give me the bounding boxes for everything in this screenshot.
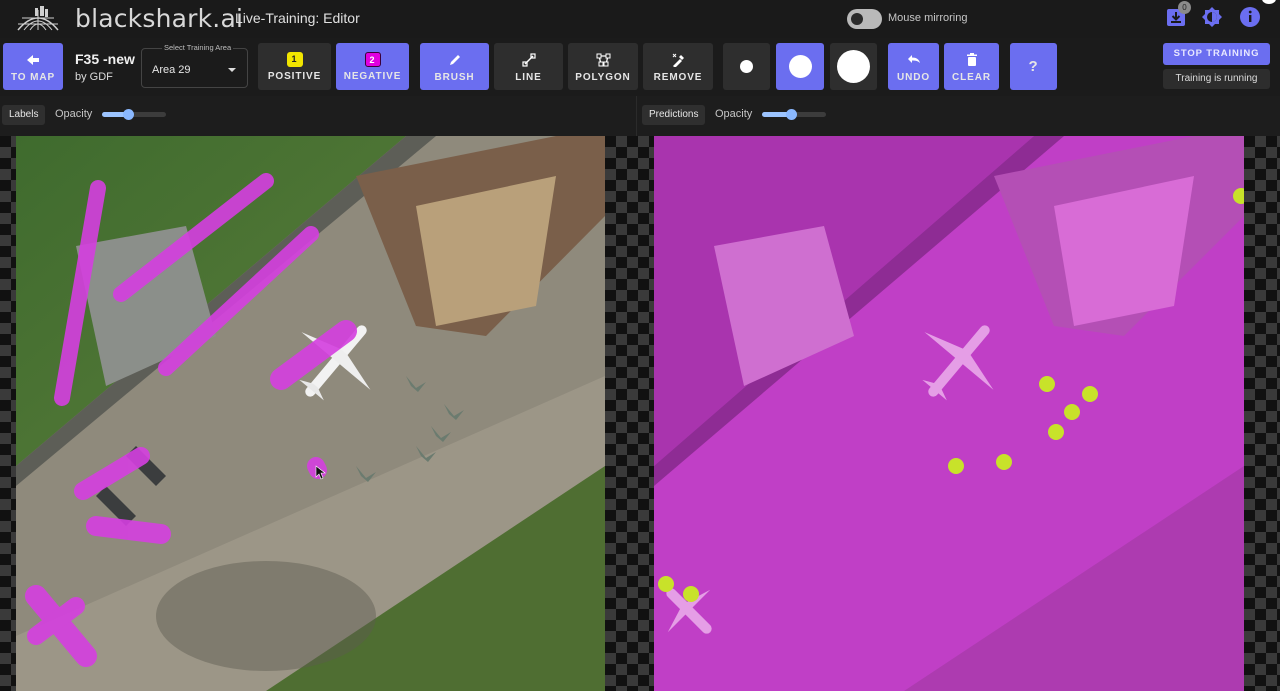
mouse-mirroring-toggle[interactable] — [847, 9, 882, 29]
brush-medium-dot-icon — [788, 55, 812, 78]
positive-detection-blob — [1039, 376, 1055, 392]
to-map-label: TO MAP — [10, 71, 56, 83]
brush-small-dot-icon — [740, 60, 753, 73]
labels-map-canvas[interactable] — [16, 136, 605, 691]
info-icon[interactable] — [1239, 6, 1261, 28]
positive-detection-blob — [1064, 404, 1080, 420]
clear-button[interactable]: CLEAR — [944, 43, 999, 90]
help-button[interactable]: ? — [1010, 43, 1057, 90]
predictions-opacity-label: Opacity — [715, 108, 753, 120]
brush-large-dot-icon — [837, 50, 870, 83]
notification-badge: 0 — [1178, 1, 1191, 14]
avatar-indicator — [1262, 0, 1276, 4]
predictions-panel-bar: Predictions Opacity — [637, 96, 1280, 136]
labels-tag[interactable]: Labels — [2, 105, 46, 125]
negative-key-badge: 2 — [364, 51, 381, 67]
labels-opacity-label: Opacity — [55, 108, 93, 120]
toggle-knob — [851, 13, 863, 25]
undo-button[interactable]: UNDO — [888, 43, 939, 90]
theme-brightness-icon[interactable] — [1201, 6, 1223, 28]
pencil-icon — [448, 51, 462, 69]
brush-size-medium-button[interactable] — [776, 43, 824, 90]
brush-size-large-button[interactable] — [830, 43, 877, 90]
predictions-tag[interactable]: Predictions — [642, 105, 706, 125]
undo-icon — [907, 51, 921, 69]
transparent-bg-left — [0, 136, 16, 691]
transparent-bg-right — [1244, 136, 1280, 691]
remove-label: REMOVE — [653, 71, 703, 83]
training-area-legend: Select Training Area — [162, 43, 234, 52]
negative-class-button[interactable]: 2 NEGATIVE — [336, 43, 409, 90]
mouse-mirroring-label: Mouse mirroring — [888, 12, 968, 24]
app-title: Live-Training: Editor — [235, 10, 360, 26]
positive-detection-blob — [683, 586, 699, 602]
positive-detection-blob — [658, 576, 674, 592]
positive-class-button[interactable]: 1 POSITIVE — [258, 43, 331, 90]
transparent-bg-middle — [605, 136, 654, 691]
positive-key-badge: 1 — [286, 51, 303, 67]
labels-opacity-slider[interactable] — [102, 109, 166, 120]
predictions-map-canvas[interactable] — [654, 136, 1244, 691]
polygon-label: POLYGON — [575, 71, 631, 83]
polygon-tool-button[interactable]: POLYGON — [568, 43, 638, 90]
positive-label: POSITIVE — [267, 70, 322, 82]
slider-thumb[interactable] — [785, 109, 797, 120]
stain-area — [156, 561, 376, 671]
help-label: ? — [1028, 58, 1039, 75]
brush-tool-button[interactable]: BRUSH — [420, 43, 489, 90]
remove-tool-button[interactable]: REMOVE — [643, 43, 713, 90]
line-tool-button[interactable]: LINE — [494, 43, 563, 90]
line-label: LINE — [515, 71, 542, 83]
arrow-left-icon — [26, 51, 40, 69]
project-name: F35 -new — [75, 51, 135, 67]
positive-detection-blob — [948, 458, 964, 474]
stop-training-button[interactable]: STOP TRAINING — [1163, 43, 1270, 65]
positive-detection-blob — [1048, 424, 1064, 440]
polygon-tool-icon — [596, 51, 611, 69]
training-status: Training is running — [1163, 69, 1270, 89]
eraser-wand-icon — [671, 51, 685, 69]
line-tool-icon — [521, 51, 536, 69]
negative-label: NEGATIVE — [343, 70, 402, 82]
editor-toolbar: TO MAP F35 -new by GDF Select Training A… — [0, 38, 1280, 96]
logo-globe-icon — [17, 6, 59, 31]
positive-detection-blob — [996, 454, 1012, 470]
positive-detection-blob — [1082, 386, 1098, 402]
top-bar: blackshark.ai Live-Training: Editor 0 — [0, 0, 1280, 38]
slider-thumb[interactable] — [122, 109, 134, 120]
project-owner: by GDF — [75, 71, 113, 83]
clear-label: CLEAR — [952, 71, 991, 83]
brush-label: BRUSH — [434, 71, 475, 83]
brand-name: blackshark.ai — [75, 4, 244, 33]
to-map-button[interactable]: TO MAP — [3, 43, 63, 90]
brush-size-small-button[interactable] — [723, 43, 770, 90]
trash-icon — [966, 51, 977, 69]
undo-label: UNDO — [896, 71, 931, 83]
training-area-value: Area 29 — [152, 64, 191, 76]
predictions-opacity-slider[interactable] — [762, 109, 826, 120]
labels-panel-bar: Labels Opacity — [0, 96, 636, 136]
training-area-select[interactable]: Select Training Area Area 29 — [141, 43, 248, 88]
chevron-down-icon — [228, 68, 236, 72]
